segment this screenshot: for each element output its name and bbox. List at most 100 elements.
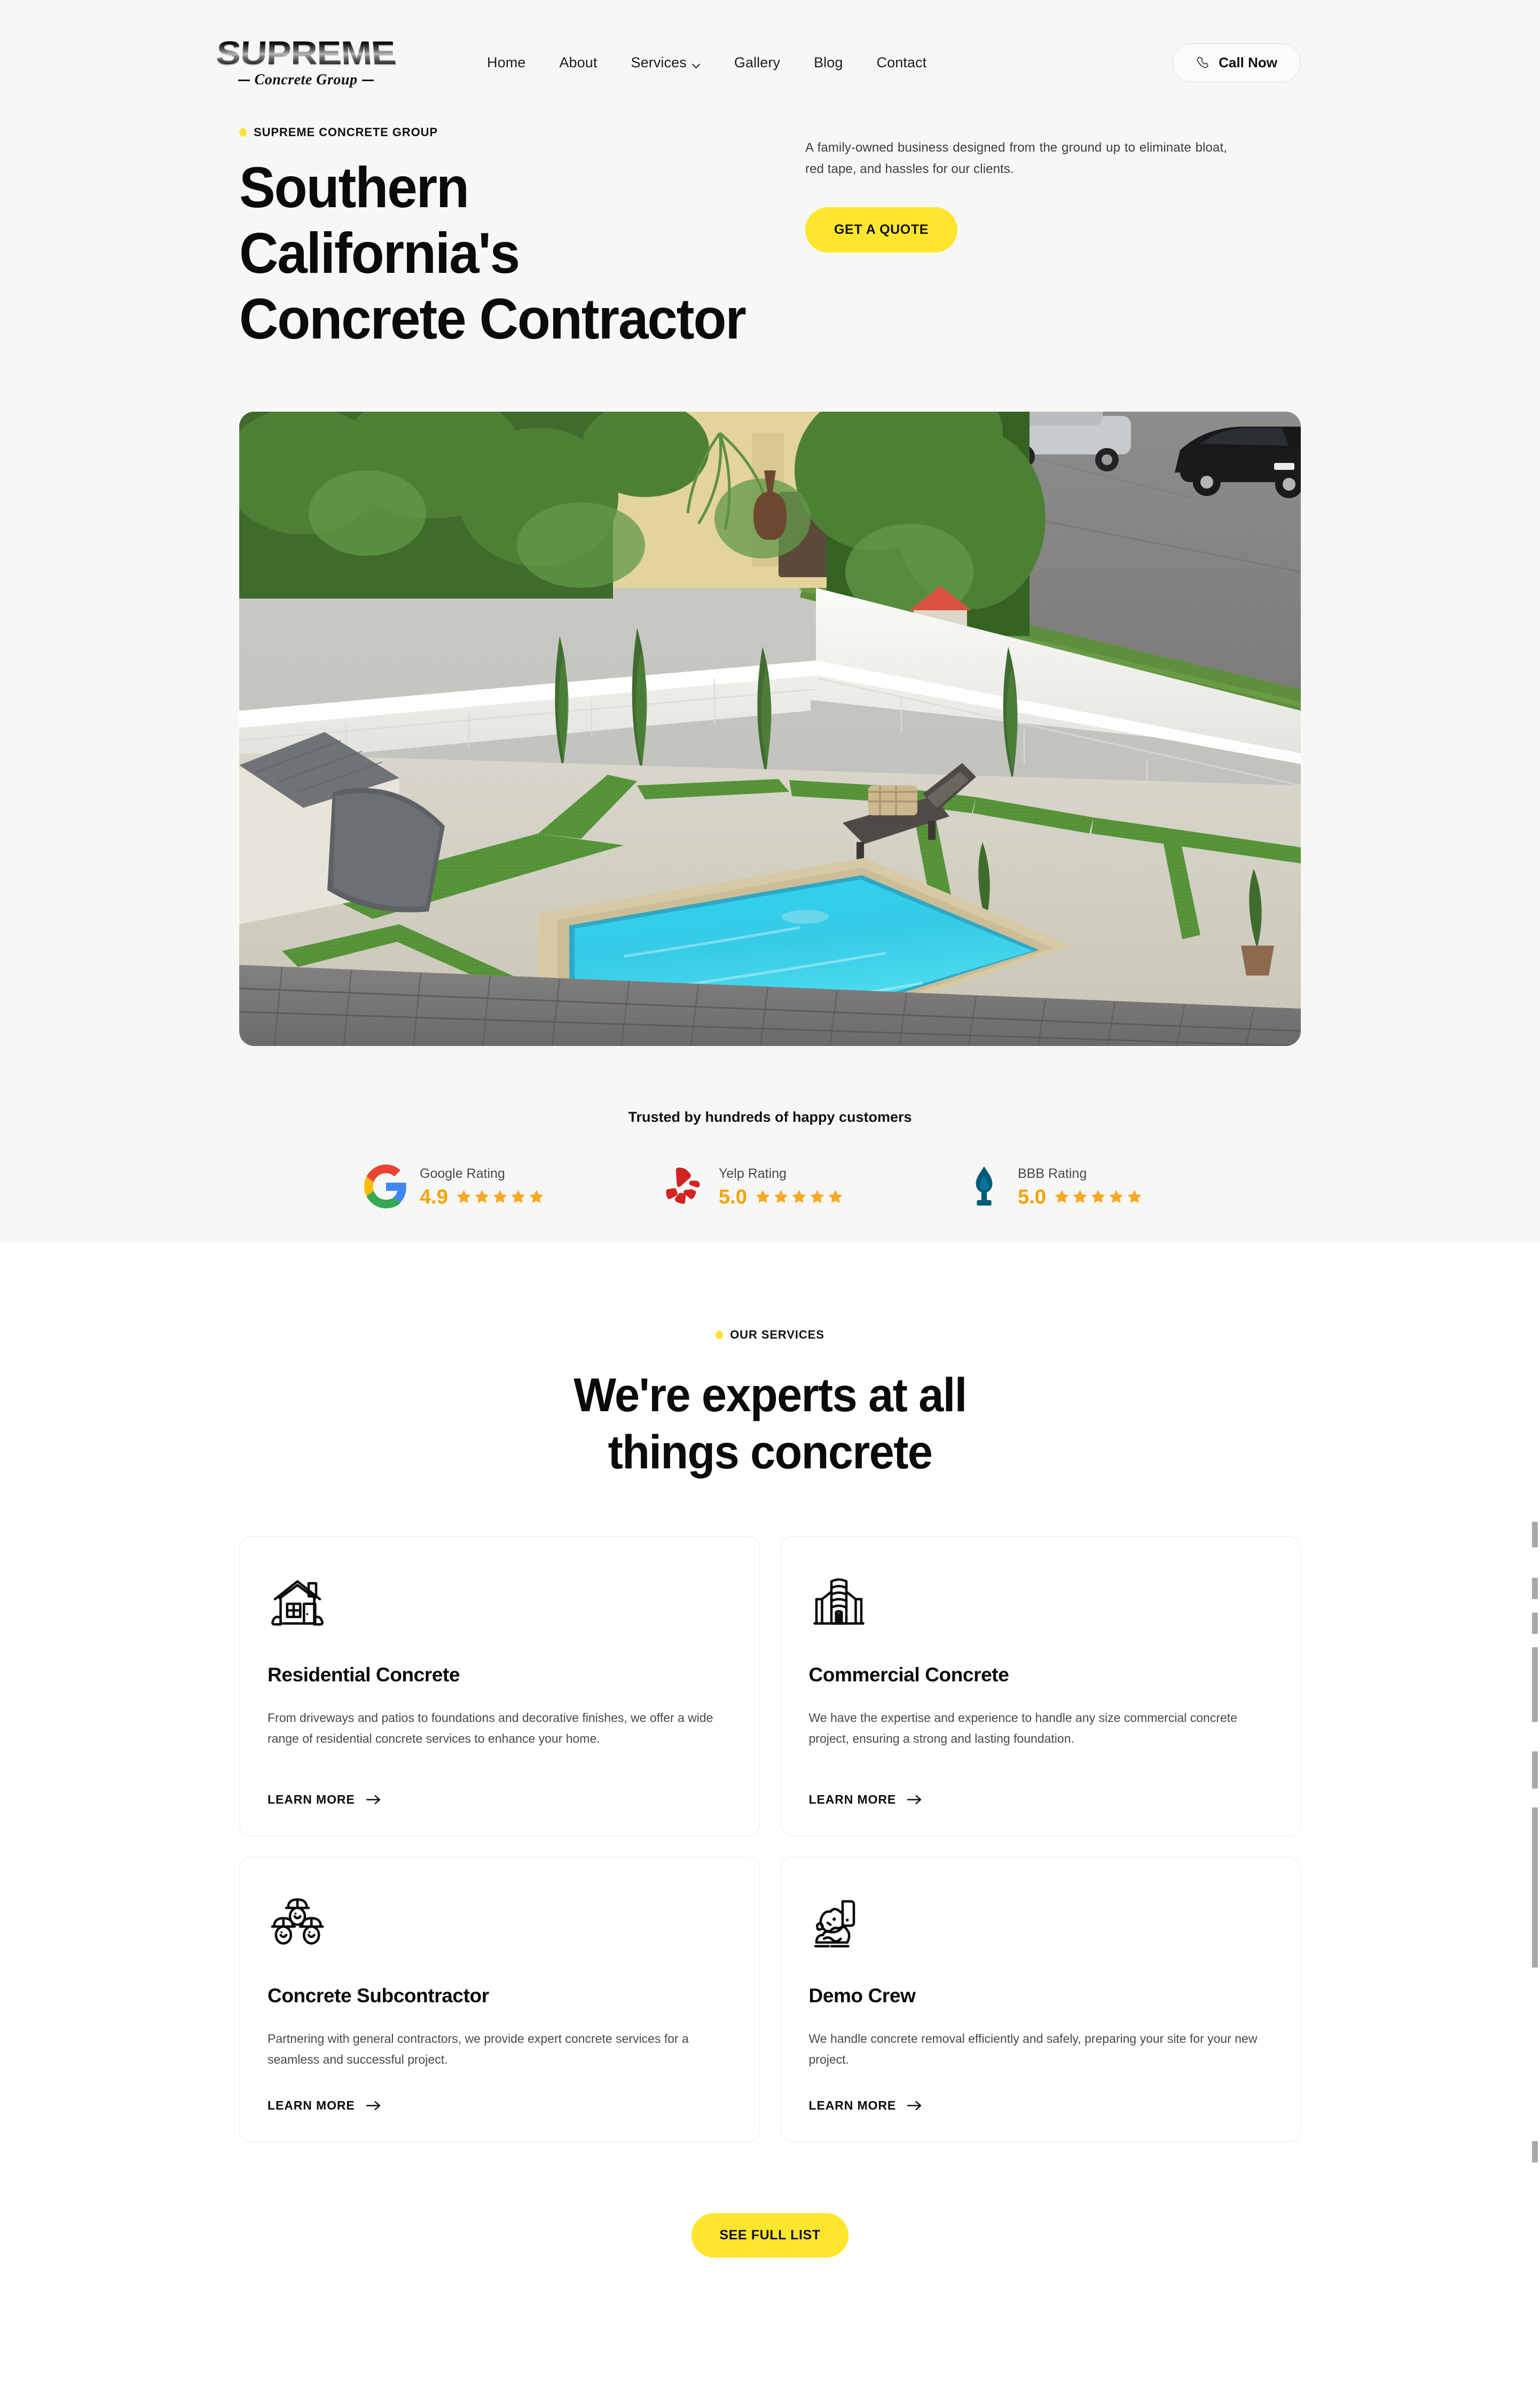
hero-body: SUPREME CONCRETE GROUP Southern Californ… <box>0 125 1540 351</box>
service-card-title: Concrete Subcontractor <box>268 1984 489 2007</box>
hero-title: Southern California's Concrete Contracto… <box>239 154 751 351</box>
services-eyebrow-label: OUR SERVICES <box>730 1328 824 1342</box>
star-icon <box>529 1190 544 1204</box>
service-card-commercial[interactable]: Commercial Concrete We have the expertis… <box>780 1536 1301 1836</box>
star-icon <box>792 1190 806 1204</box>
rating-label: Yelp Rating <box>719 1166 787 1181</box>
ratings-row: Google Rating 4.9 Yelp Rating 5.0 BBB Ra… <box>0 1165 1540 1209</box>
services-heading-line-1: We're experts at all <box>573 1368 967 1422</box>
star-icon <box>756 1190 770 1204</box>
rating-label: Google Rating <box>420 1166 505 1181</box>
logo-dash-right <box>362 79 374 81</box>
learn-more-label: LEARN MORE <box>268 1792 355 1806</box>
star-rating <box>1054 1189 1143 1205</box>
rating-text-block: Yelp Rating 5.0 <box>719 1166 844 1207</box>
hero-description: A family-owned business designed from th… <box>805 140 1227 176</box>
call-now-label: Call Now <box>1219 54 1277 70</box>
services-heading-line-2: things concrete <box>608 1425 933 1479</box>
see-full-list-button[interactable]: SEE FULL LIST <box>692 2213 848 2258</box>
bbb-icon <box>976 1166 993 1206</box>
star-icon <box>1109 1190 1123 1204</box>
arrow-right-icon <box>366 2101 380 2111</box>
hero-title-line-1: Southern California's <box>239 155 520 286</box>
get-a-quote-button[interactable]: GET A QUOTE <box>805 207 957 253</box>
see-full-list-wrapper: SEE FULL LIST <box>0 2213 1540 2258</box>
yelp-icon <box>666 1168 700 1204</box>
nav-label: Gallery <box>734 54 781 70</box>
service-card-title: Commercial Concrete <box>808 1663 1009 1686</box>
learn-more-link[interactable]: LEARN MORE <box>809 2071 1273 2113</box>
hero-image <box>239 412 1301 1047</box>
rating-score-row: 4.9 <box>420 1187 545 1207</box>
star-icon <box>1127 1190 1142 1204</box>
service-card-title: Demo Crew <box>808 1984 916 2007</box>
rating-google: Google Rating 4.9 <box>321 1165 620 1209</box>
google-icon <box>364 1165 406 1209</box>
nav-label: Contact <box>876 54 927 70</box>
service-card-subcontractor[interactable]: Concrete Subcontractor Partnering with g… <box>239 1857 760 2143</box>
nav-item-gallery[interactable]: Gallery <box>734 54 780 71</box>
services-section: OUR SERVICES We're experts at all things… <box>0 1242 1540 2349</box>
star-icon <box>810 1190 824 1204</box>
logo-script-text: Concrete Group <box>254 72 358 88</box>
arrow-right-icon <box>907 1795 922 1804</box>
house-icon <box>271 1580 324 1626</box>
trust-title: Trusted by hundreds of happy customers <box>628 1109 912 1126</box>
star-icon <box>493 1190 507 1204</box>
nav-label: Blog <box>814 54 843 70</box>
chevron-down-icon <box>693 61 701 66</box>
star-icon <box>475 1190 489 1204</box>
nav-item-home[interactable]: Home <box>487 54 525 71</box>
site-header: SUPREME Concrete Group Home About Servic… <box>0 0 1540 125</box>
nav-item-contact[interactable]: Contact <box>877 54 927 71</box>
rating-score: 5.0 <box>1018 1185 1046 1208</box>
rating-text-block: Google Rating 4.9 <box>420 1166 545 1207</box>
landing-page: SUPREME Concrete Group Home About Servic… <box>0 0 1540 2349</box>
services-eyebrow: OUR SERVICES <box>0 1328 1540 1342</box>
services-heading: We're experts at all things concrete <box>38 1366 1502 1481</box>
nav-label: Services <box>631 54 687 70</box>
rating-bbb: BBB Rating 5.0 <box>920 1165 1219 1208</box>
learn-more-link[interactable]: LEARN MORE <box>268 1765 732 1807</box>
hero-right-column: A family-owned business designed from th… <box>784 125 1301 351</box>
hero-photo-illustration <box>239 412 1301 1047</box>
nav-item-services[interactable]: Services <box>631 54 701 71</box>
star-icon <box>511 1190 525 1204</box>
star-rating <box>755 1189 844 1205</box>
service-card-description: We have the expertise and experience to … <box>808 1710 1237 1746</box>
nav-item-about[interactable]: About <box>559 54 597 71</box>
rating-score: 5.0 <box>719 1185 747 1208</box>
rating-score: 4.9 <box>420 1185 448 1208</box>
site-logo[interactable]: SUPREME Concrete Group <box>215 31 397 95</box>
hero-eyebrow-label: SUPREME CONCRETE GROUP <box>254 125 438 139</box>
demolition-icon <box>814 1900 855 1948</box>
arrow-right-icon <box>907 2101 922 2111</box>
star-icon <box>1073 1190 1087 1204</box>
nav-label: Home <box>487 54 526 70</box>
nav-label: About <box>559 54 598 70</box>
service-card-demo-crew[interactable]: Demo Crew We handle concrete removal eff… <box>780 1857 1301 2143</box>
learn-more-link[interactable]: LEARN MORE <box>268 2071 732 2113</box>
learn-more-label: LEARN MORE <box>808 1792 897 1806</box>
main-navigation: Home About Services Gallery Blog Contact <box>487 54 926 71</box>
hero-left-column: SUPREME CONCRETE GROUP Southern Californ… <box>239 125 784 351</box>
call-now-button[interactable]: Call Now <box>1172 43 1301 82</box>
eyebrow-dot-icon <box>239 128 247 137</box>
star-icon <box>457 1190 471 1204</box>
phone-icon <box>1197 57 1209 68</box>
arrow-right-icon <box>366 1795 380 1804</box>
service-card-residential[interactable]: Residential Concrete From driveways and … <box>239 1536 760 1836</box>
learn-more-link[interactable]: LEARN MORE <box>809 1765 1273 1807</box>
office-building-icon <box>813 1578 865 1625</box>
hero-eyebrow: SUPREME CONCRETE GROUP <box>239 125 784 139</box>
hero-section: SUPREME Concrete Group Home About Servic… <box>0 0 1540 1243</box>
star-icon <box>1055 1190 1069 1204</box>
learn-more-label: LEARN MORE <box>268 2098 355 2113</box>
star-icon <box>774 1190 788 1204</box>
hardhat-workers-icon <box>271 1898 324 1945</box>
service-card-title: Residential Concrete <box>268 1663 460 1686</box>
rating-text-block: BBB Rating 5.0 <box>1018 1166 1143 1207</box>
nav-item-blog[interactable]: Blog <box>814 54 843 71</box>
star-rating <box>455 1189 545 1205</box>
star-icon <box>828 1190 843 1204</box>
